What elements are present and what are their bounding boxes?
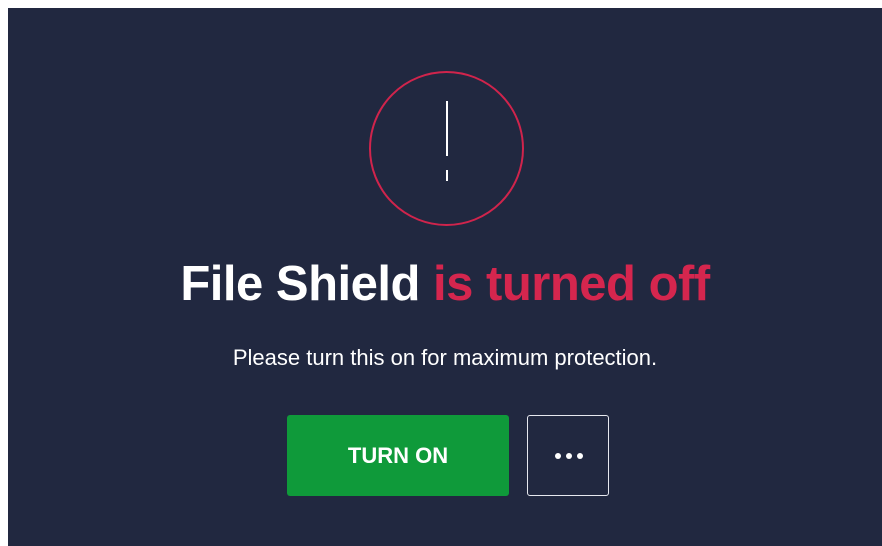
feature-name: File Shield <box>180 257 420 311</box>
status-message: Please turn this on for maximum protecti… <box>232 345 658 370</box>
status-headline: File Shield is turned off <box>8 252 882 316</box>
exclamation-dot <box>446 170 448 181</box>
turn-on-button[interactable]: TURN ON <box>287 415 509 496</box>
exclamation-bar <box>446 101 448 156</box>
status-state: is turned off <box>433 257 710 311</box>
file-shield-status-panel: File Shield is turned off Please turn th… <box>8 8 882 546</box>
more-horizontal-icon <box>555 453 583 459</box>
more-options-button[interactable] <box>527 415 609 496</box>
